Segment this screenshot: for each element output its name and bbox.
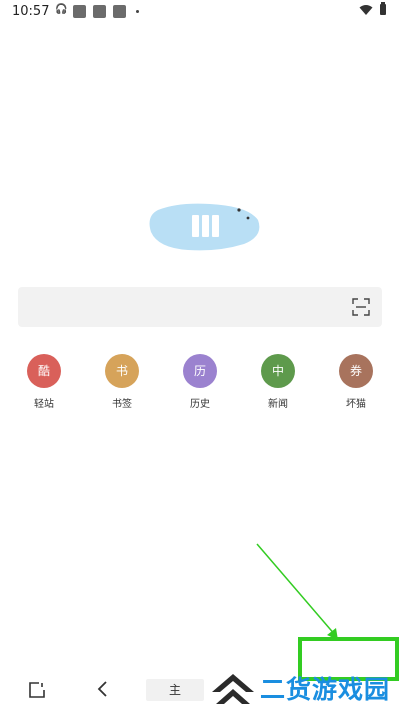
shortcut-light-site[interactable]: 酷 轻站 — [14, 354, 74, 410]
tabs-icon[interactable] — [29, 682, 45, 698]
shortcut-icon: 书 — [105, 354, 139, 388]
browser-logo-icon — [149, 203, 260, 251]
wifi-icon — [359, 5, 373, 15]
shortcut-grid: 酷 轻站 书 书签 历 历史 中 新闻 券 坏猫 — [0, 354, 400, 414]
shortcut-bookmarks[interactable]: 书 书签 — [92, 354, 152, 410]
search-bar[interactable] — [18, 287, 382, 327]
back-icon[interactable] — [96, 680, 110, 698]
app-icon — [113, 5, 126, 18]
shortcut-icon: 券 — [339, 354, 373, 388]
shortcut-news[interactable]: 中 新闻 — [248, 354, 308, 410]
shortcut-label: 书签 — [112, 399, 132, 410]
shortcut-history[interactable]: 历 历史 — [170, 354, 230, 410]
scan-icon[interactable] — [352, 298, 370, 316]
headset-icon: 🎧 — [55, 4, 68, 15]
app-icon — [93, 5, 106, 18]
status-bar: 10:57 🎧 — [0, 0, 400, 24]
watermark: 二货游戏园 — [206, 662, 400, 712]
app-icon — [73, 5, 86, 18]
shortcut-label: 新闻 — [268, 399, 288, 410]
shortcut-label: 坏猫 — [346, 399, 366, 410]
shortcut-label: 历史 — [190, 399, 210, 410]
shortcut-bad-cat[interactable]: 券 坏猫 — [326, 354, 386, 410]
status-time: 10:57 — [12, 4, 50, 19]
shortcut-icon: 中 — [261, 354, 295, 388]
watermark-text: 二货游戏园 — [260, 675, 391, 704]
notification-dot-icon — [136, 10, 139, 13]
annotation-arrow — [256, 543, 337, 637]
battery-icon — [380, 2, 386, 15]
shortcut-icon: 历 — [183, 354, 217, 388]
shortcut-label: 轻站 — [34, 399, 54, 410]
watermark-chevron-icon — [212, 674, 254, 704]
home-button[interactable]: 主 — [146, 679, 204, 701]
shortcut-icon: 酷 — [27, 354, 61, 388]
annotation-arrowhead — [327, 628, 338, 640]
